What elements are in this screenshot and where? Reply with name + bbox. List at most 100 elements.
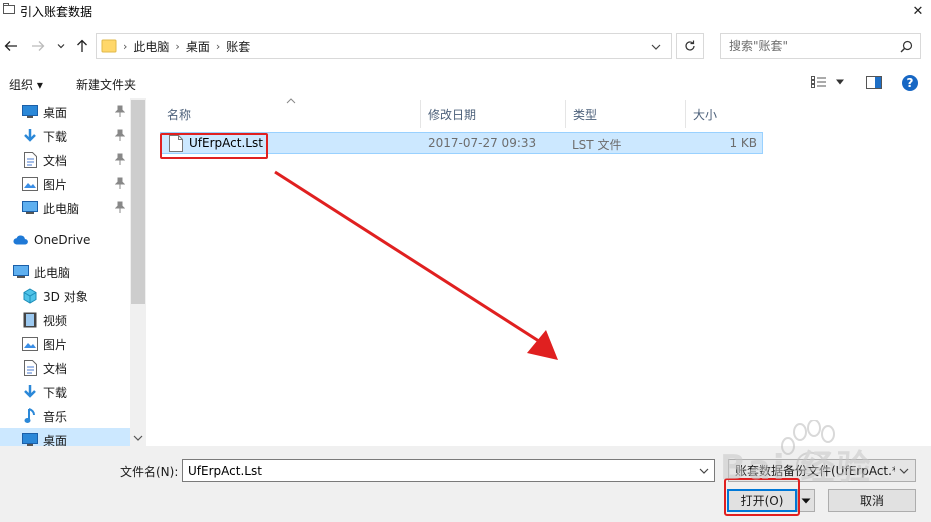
breadcrumb-separator: › <box>215 39 221 53</box>
organize-button[interactable]: 组织 ▾ <box>9 76 43 93</box>
new-folder-button[interactable]: 新建文件夹 <box>76 76 136 93</box>
cloud-icon <box>13 232 29 248</box>
filename-combobox[interactable] <box>182 459 715 482</box>
preview-pane-icon <box>866 76 882 89</box>
column-header-label: 修改日期 <box>428 107 477 122</box>
breadcrumb-separator: › <box>123 39 128 53</box>
breadcrumb-account-set[interactable]: 账套 <box>226 38 250 55</box>
chevron-down-icon <box>899 468 909 474</box>
filetype-select[interactable]: 账套数据备份文件(UfErpAct.*) <box>728 459 916 482</box>
sidebar-item[interactable]: 桌面 <box>0 428 130 446</box>
search-box[interactable] <box>720 33 921 59</box>
help-icon: ? <box>906 76 914 90</box>
close-button[interactable]: ✕ <box>905 0 931 22</box>
close-icon: ✕ <box>912 3 924 19</box>
document-icon <box>22 152 38 168</box>
help-button[interactable]: ? <box>902 75 918 91</box>
table-row[interactable]: UfErpAct.Lst 2017-07-27 09:33 LST 文件 1 K… <box>160 132 763 154</box>
column-header-name[interactable]: 名称 <box>160 100 421 128</box>
chevron-down-icon[interactable] <box>651 44 661 50</box>
list-view-icon <box>811 76 826 88</box>
sidebar-item[interactable]: 视频 <box>0 308 130 332</box>
sidebar-item[interactable]: 下载 <box>0 124 130 148</box>
column-header-type[interactable]: 类型 <box>566 100 686 128</box>
sidebar-item-label: 视频 <box>43 313 68 328</box>
column-header-modified[interactable]: 修改日期 <box>421 100 566 128</box>
scroll-down-icon[interactable] <box>133 435 143 441</box>
sidebar-item-label: 下载 <box>43 129 68 144</box>
refresh-button[interactable] <box>676 33 704 59</box>
forward-button[interactable] <box>27 34 49 58</box>
chevron-down-icon <box>801 498 811 503</box>
breadcrumb-desktop[interactable]: 桌面 <box>186 38 210 55</box>
chevron-down-icon[interactable] <box>699 468 709 474</box>
sidebar-item[interactable]: OneDrive <box>0 228 130 252</box>
sidebar-item-label: 图片 <box>43 177 68 192</box>
sidebar-item[interactable]: 音乐 <box>0 404 130 428</box>
back-button[interactable] <box>0 34 22 58</box>
pictures-icon <box>22 176 38 192</box>
video-icon <box>22 312 38 328</box>
pin-icon <box>115 177 125 189</box>
address-bar[interactable]: › 此电脑 › 桌面 › 账套 <box>96 33 672 59</box>
sidebar-item[interactable]: 下载 <box>0 380 130 404</box>
folder-icon <box>101 39 117 53</box>
recent-locations-button[interactable] <box>52 34 70 58</box>
column-header-label: 名称 <box>167 107 192 122</box>
filename-label: 文件名(N): <box>120 465 179 479</box>
sidebar-item[interactable]: 文档 <box>0 148 130 172</box>
pin-icon <box>115 201 125 213</box>
download-icon <box>22 384 38 400</box>
up-button[interactable] <box>71 34 93 58</box>
sidebar-item[interactable]: 桌面 <box>0 100 130 124</box>
title-bar: 引入账套数据 ✕ <box>0 0 931 22</box>
cancel-button[interactable]: 取消 <box>828 489 916 512</box>
sidebar-item[interactable]: 图片 <box>0 332 130 356</box>
document-icon <box>22 360 38 376</box>
sidebar-item-label: 此电脑 <box>43 201 80 216</box>
download-icon <box>22 128 38 144</box>
open-button[interactable]: 打开(O) <box>727 489 797 512</box>
file-size: 1 KB <box>729 136 757 150</box>
computer-icon <box>13 264 29 280</box>
preview-pane-button[interactable] <box>866 76 882 92</box>
sidebar-item[interactable]: 此电脑 <box>0 196 130 220</box>
column-header-label: 大小 <box>693 107 718 122</box>
file-modified: 2017-07-27 09:33 <box>428 136 537 150</box>
sidebar-item-label: 文档 <box>43 153 68 168</box>
nav-scrollbar-thumb[interactable] <box>131 100 145 304</box>
sidebar-item[interactable]: 图片 <box>0 172 130 196</box>
sidebar-item[interactable]: 此电脑 <box>0 260 130 284</box>
arrow-left-icon <box>4 41 17 51</box>
desktop-icon <box>22 104 38 120</box>
open-options-button[interactable] <box>797 489 815 512</box>
computer-icon <box>22 200 38 216</box>
pin-icon <box>115 129 125 141</box>
desktop-icon <box>22 432 38 446</box>
sidebar-item-label: 桌面 <box>43 105 68 120</box>
sidebar-item[interactable]: 3D 对象 <box>0 284 130 308</box>
breadcrumb-this-pc[interactable]: 此电脑 <box>133 38 169 55</box>
pin-icon <box>115 153 125 165</box>
cube-icon <box>22 288 38 304</box>
file-type: LST 文件 <box>572 138 622 152</box>
sidebar-item-label: 下载 <box>43 385 68 400</box>
arrow-right-icon <box>32 41 45 51</box>
file-name: UfErpAct.Lst <box>189 136 263 150</box>
column-header-size[interactable]: 大小 <box>686 100 762 128</box>
search-input[interactable] <box>721 39 891 53</box>
view-options-button[interactable] <box>811 76 845 88</box>
sidebar-item[interactable]: 文档 <box>0 356 130 380</box>
filename-input[interactable] <box>183 463 693 478</box>
sidebar-item-label: 桌面 <box>43 433 68 447</box>
sidebar-item-label: 文档 <box>43 361 68 376</box>
refresh-icon <box>685 40 695 51</box>
pictures-icon <box>22 336 38 352</box>
file-icon <box>169 135 183 152</box>
toolbar: 组织 ▾ 新建文件夹 ? <box>0 70 931 98</box>
breadcrumb-separator: › <box>175 39 180 53</box>
arrow-up-icon <box>77 39 87 52</box>
sidebar-item-label: OneDrive <box>34 233 91 247</box>
folder-icon <box>3 3 15 14</box>
filetype-value: 账套数据备份文件(UfErpAct.*) <box>735 464 895 478</box>
